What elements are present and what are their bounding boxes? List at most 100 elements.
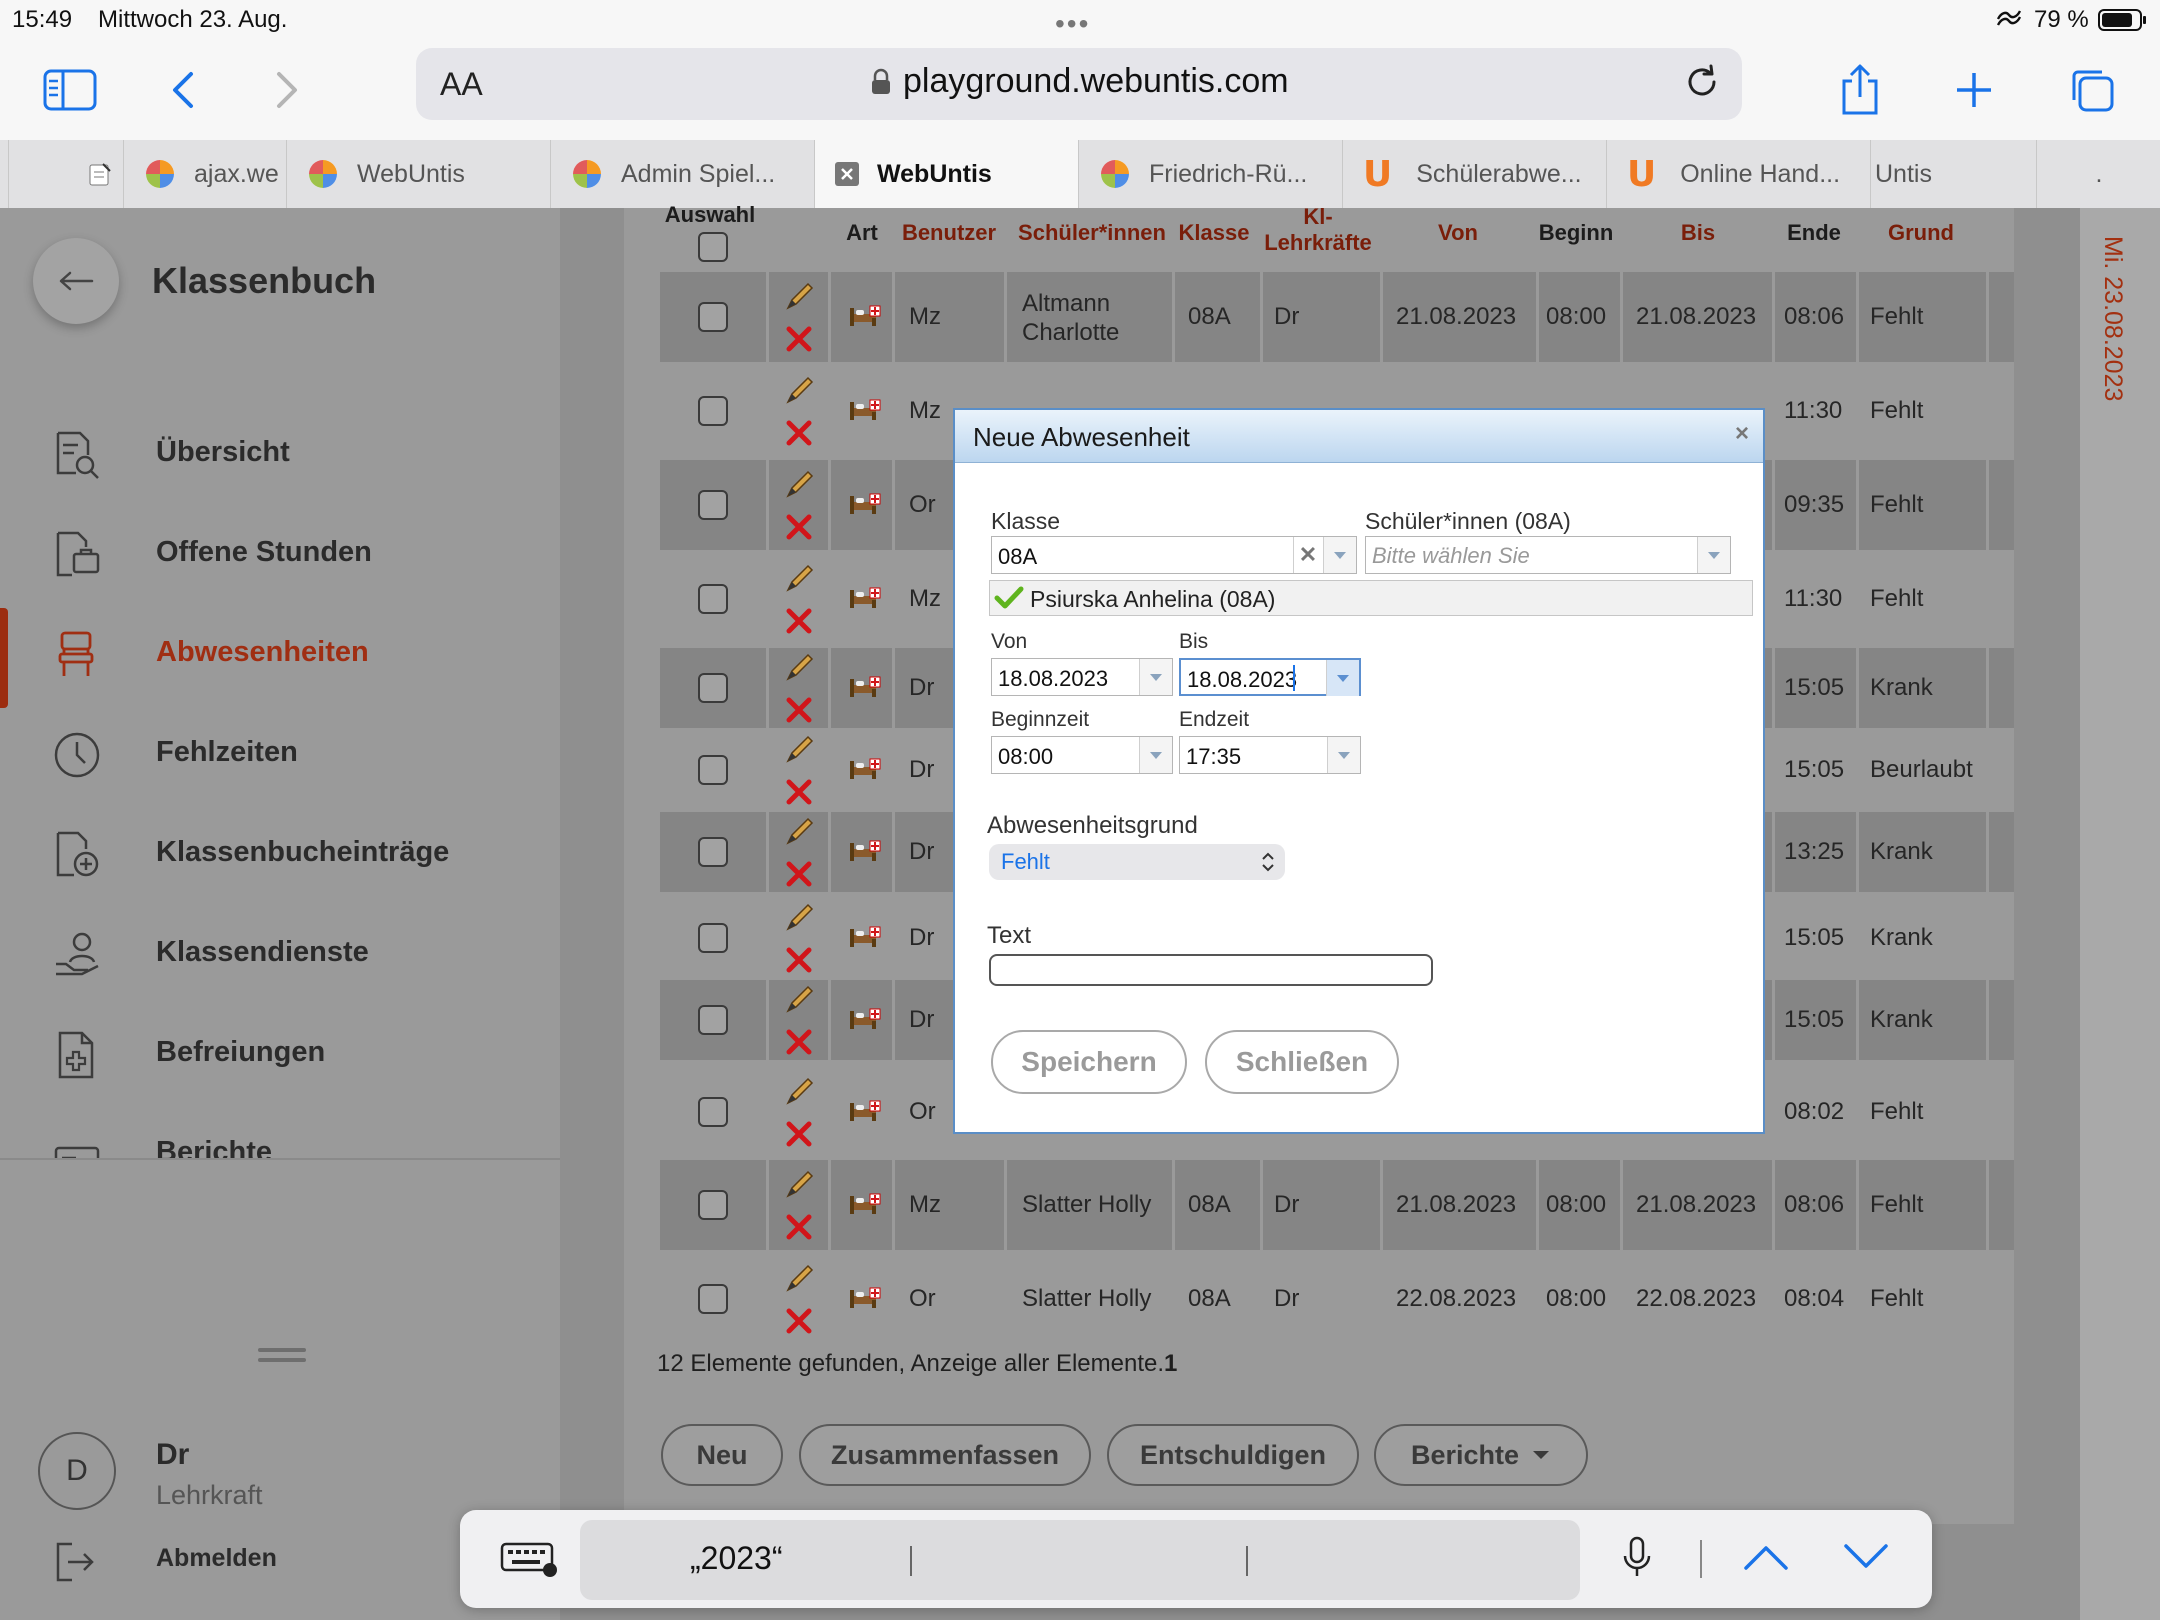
tab-item[interactable]: Friedrich-Rü...: [1078, 140, 1343, 208]
multitasking-dots[interactable]: •••: [1055, 8, 1090, 40]
sidebar-item-befreiungen[interactable]: Befreiungen: [0, 1010, 560, 1100]
page-number[interactable]: 1: [1164, 1350, 1177, 1377]
table-row[interactable]: Mz Slatter Holly 08A Dr 21.08.2023 08:00 21.08…: [660, 1160, 2014, 1250]
tab-item[interactable]: ajax.we: [123, 140, 287, 208]
sidebar-item-fehlzeiten[interactable]: Fehlzeiten: [0, 710, 560, 800]
row-checkbox[interactable]: [698, 1097, 728, 1127]
url-text[interactable]: playground.webuntis.com: [903, 62, 1289, 101]
row-checkbox[interactable]: [698, 755, 728, 785]
row-checkbox[interactable]: [698, 396, 728, 426]
excuse-button[interactable]: Entschuldigen: [1107, 1424, 1359, 1486]
von-date-field[interactable]: 18.08.2023: [991, 658, 1173, 696]
beginnzeit-field[interactable]: 08:00: [991, 736, 1173, 774]
close-tab-icon[interactable]: [835, 162, 859, 186]
chevron-down-icon[interactable]: [1327, 737, 1360, 773]
edit-icon[interactable]: [782, 1075, 816, 1109]
avatar[interactable]: D: [38, 1432, 116, 1510]
tab-item[interactable]: U Schülerabwe...: [1342, 140, 1607, 208]
back-button[interactable]: [33, 238, 119, 324]
delete-icon[interactable]: [784, 695, 814, 725]
reload-icon[interactable]: [1682, 62, 1722, 102]
selected-student-chip[interactable]: Psiurska Anhelina (08A): [989, 580, 1753, 616]
chevron-up-icon[interactable]: [1742, 1542, 1790, 1572]
delete-icon[interactable]: [784, 606, 814, 636]
tab-item[interactable]: Untis: [1870, 140, 2037, 208]
bis-date-field[interactable]: 18.08.2023: [1179, 658, 1361, 696]
suggestion-word[interactable]: „2023“: [690, 1540, 783, 1577]
close-icon[interactable]: ×: [1735, 420, 1749, 448]
chevron-down-icon[interactable]: [1139, 737, 1172, 773]
table-row[interactable]: Mz Altmann Charlotte 08A Dr 21.08.2023 08:00 2…: [660, 272, 2014, 362]
rail-date[interactable]: Mi. 23.08.2023: [2098, 236, 2127, 401]
delete-icon[interactable]: [784, 512, 814, 542]
grund-select[interactable]: Fehlt: [989, 844, 1285, 880]
tab-overview-icon[interactable]: [2062, 60, 2122, 120]
row-checkbox[interactable]: [698, 673, 728, 703]
row-checkbox[interactable]: [698, 1005, 728, 1035]
sidebar-item-klassenbucheintraege[interactable]: Klassenbucheinträge: [0, 810, 560, 900]
tab-item[interactable]: WebUntis: [286, 140, 551, 208]
row-checkbox[interactable]: [698, 923, 728, 953]
tab-item[interactable]: Admin Spiel...: [550, 140, 815, 208]
save-button[interactable]: Speichern: [991, 1030, 1187, 1094]
keyboard-icon[interactable]: [500, 1542, 558, 1578]
row-checkbox[interactable]: [698, 584, 728, 614]
reports-dropdown[interactable]: Berichte: [1374, 1424, 1588, 1486]
delete-icon[interactable]: [784, 945, 814, 975]
delete-icon[interactable]: [784, 324, 814, 354]
back-nav-icon[interactable]: [152, 60, 212, 120]
microphone-icon[interactable]: [1620, 1536, 1654, 1580]
sidebar-item-klassendienste[interactable]: Klassendienste: [0, 910, 560, 1000]
chevron-down-icon[interactable]: [1842, 1542, 1890, 1572]
edit-icon[interactable]: [782, 983, 816, 1017]
delete-icon[interactable]: [784, 1119, 814, 1149]
chevron-down-icon[interactable]: [1139, 659, 1172, 695]
edit-icon[interactable]: [782, 651, 816, 685]
delete-icon[interactable]: [784, 1027, 814, 1057]
row-checkbox[interactable]: [698, 490, 728, 520]
tab-notes[interactable]: [8, 140, 124, 208]
klasse-combobox[interactable]: 08A ✕: [991, 536, 1357, 574]
address-bar[interactable]: AA playground.webuntis.com: [416, 48, 1742, 120]
row-checkbox[interactable]: [698, 1284, 728, 1314]
chevron-down-icon[interactable]: [1697, 537, 1730, 573]
tab-active[interactable]: WebUntis: [814, 140, 1079, 208]
delete-icon[interactable]: [784, 1212, 814, 1242]
chevron-down-icon[interactable]: [1323, 537, 1356, 573]
edit-icon[interactable]: [782, 901, 816, 935]
new-button[interactable]: Neu: [661, 1424, 783, 1486]
edit-icon[interactable]: [782, 468, 816, 502]
sidebar-item-berichte[interactable]: Berichte: [0, 1110, 560, 1158]
tab-item[interactable]: U Online Hand...: [1606, 140, 1871, 208]
row-checkbox[interactable]: [698, 1190, 728, 1220]
row-checkbox[interactable]: [698, 302, 728, 332]
edit-icon[interactable]: [782, 280, 816, 314]
edit-icon[interactable]: [782, 1262, 816, 1296]
delete-icon[interactable]: [784, 418, 814, 448]
close-button[interactable]: Schließen: [1205, 1030, 1399, 1094]
delete-icon[interactable]: [784, 859, 814, 889]
delete-icon[interactable]: [784, 1306, 814, 1336]
select-all-checkbox[interactable]: [698, 232, 728, 262]
edit-icon[interactable]: [782, 733, 816, 767]
share-icon[interactable]: [1830, 60, 1890, 120]
reader-aa-button[interactable]: AA: [440, 66, 483, 103]
edit-icon[interactable]: [782, 1168, 816, 1202]
chevron-down-icon[interactable]: [1326, 660, 1359, 696]
row-checkbox[interactable]: [698, 837, 728, 867]
summarize-button[interactable]: Zusammenfassen: [799, 1424, 1091, 1486]
table-row[interactable]: Or Slatter Holly 08A Dr 22.08.2023 08:00 22.08…: [660, 1254, 2014, 1344]
endzeit-field[interactable]: 17:35: [1179, 736, 1361, 774]
text-input[interactable]: [989, 954, 1433, 986]
sidebar-item-uebersicht[interactable]: Übersicht: [0, 410, 560, 500]
schueler-combobox[interactable]: Bitte wählen Sie: [1365, 536, 1731, 574]
edit-icon[interactable]: [782, 374, 816, 408]
clear-icon[interactable]: ✕: [1293, 537, 1322, 573]
new-tab-icon[interactable]: [1944, 60, 2004, 120]
delete-icon[interactable]: [784, 777, 814, 807]
sidebar-toggle-icon[interactable]: [40, 60, 100, 120]
sidebar-item-abwesenheiten[interactable]: Abwesenheiten: [0, 610, 560, 700]
forward-nav-icon[interactable]: [258, 60, 318, 120]
edit-icon[interactable]: [782, 562, 816, 596]
drag-handle[interactable]: [258, 1348, 306, 1352]
